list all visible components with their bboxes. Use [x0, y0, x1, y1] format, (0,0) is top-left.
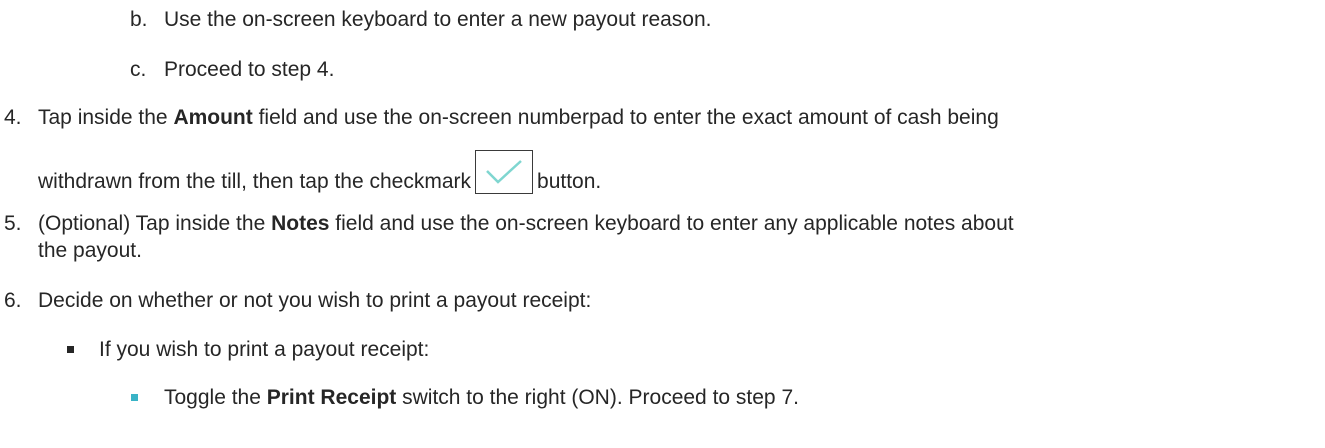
print-receipt-label: Print Receipt: [266, 386, 397, 409]
step-5-text-b: field and use the on-screen keyboard to …: [329, 212, 1014, 235]
amount-field-label: Amount: [173, 106, 253, 129]
square-bullet-icon: [67, 346, 74, 353]
bullet-1-text: If you wish to print a payout receipt:: [99, 338, 430, 361]
notes-field-label: Notes: [271, 212, 330, 235]
checkmark-icon: [486, 160, 522, 184]
step-4-text-d: button.: [537, 170, 602, 193]
step-4-line-1: Tap inside the Amount field and use the …: [38, 104, 999, 132]
square-bullet-teal-icon: [131, 394, 138, 401]
bullet-2-text-a: Toggle the: [164, 386, 267, 409]
sub-step-c-text: Proceed to step 4.: [164, 58, 335, 81]
sub-step-b-text: Use the on-screen keyboard to enter a ne…: [164, 8, 712, 31]
step-4-text-c: withdrawn from the till, then tap the ch…: [38, 170, 472, 193]
step-4-line-2: withdrawn from the till, then tap the ch…: [38, 150, 601, 196]
step-5-line-1: (Optional) Tap inside the Notes field an…: [38, 210, 1014, 238]
bullet-2-text: Toggle the Print Receipt switch to the r…: [164, 384, 799, 412]
checkmark-button-illustration: [475, 150, 534, 194]
sub-step-b-marker: b.: [130, 8, 148, 31]
step-4-text-a: Tap inside the: [38, 106, 174, 129]
step-4-marker: 4.: [4, 106, 22, 129]
step-5-text-a: (Optional) Tap inside the: [38, 212, 272, 235]
step-6-text: Decide on whether or not you wish to pri…: [38, 289, 592, 312]
sub-step-c-marker: c.: [130, 58, 147, 81]
bullet-2-text-b: switch to the right (ON). Proceed to ste…: [396, 386, 799, 409]
step-6-marker: 6.: [4, 289, 22, 312]
step-4-text-b: field and use the on-screen numberpad to…: [252, 106, 999, 129]
step-5-marker: 5.: [4, 212, 22, 235]
step-5-line-2: the payout.: [38, 239, 142, 262]
